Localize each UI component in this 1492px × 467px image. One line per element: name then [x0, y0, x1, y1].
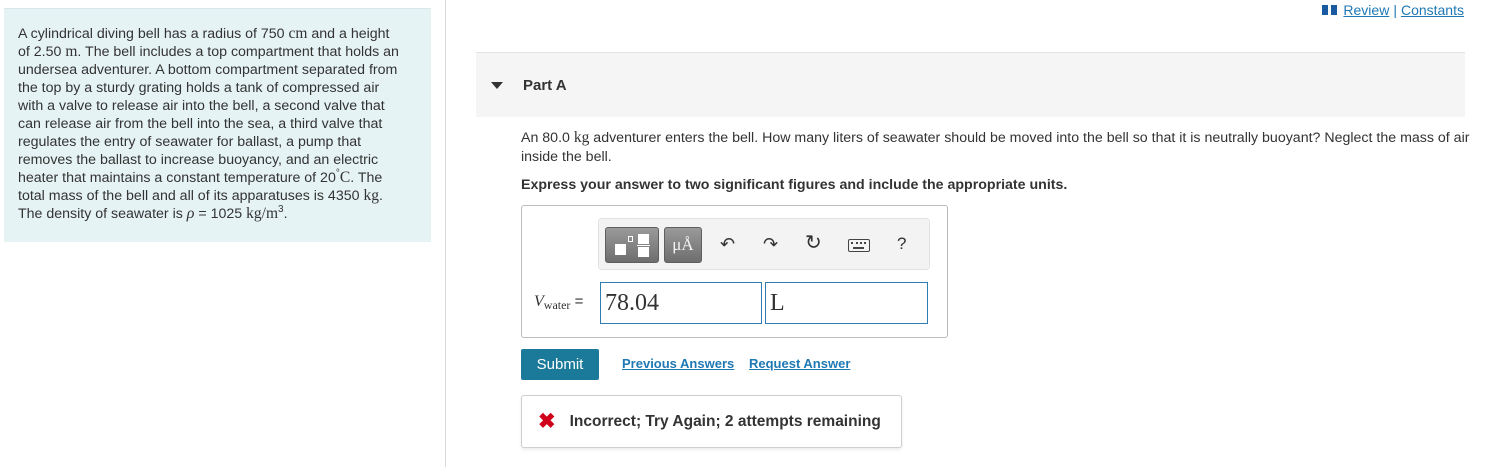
request-answer-link[interactable]: Request Answer [749, 356, 850, 371]
part-a-header[interactable]: Part A [476, 53, 1465, 117]
collapse-caret-icon[interactable] [491, 82, 503, 89]
problem-line: total mass of the bell and all of its ap… [18, 187, 383, 204]
redo-icon[interactable]: ↷ [763, 233, 778, 255]
problem-line: can release air from the bell into the s… [18, 116, 383, 132]
problem-statement-panel: A cylindrical diving bell has a radius o… [4, 8, 431, 242]
question-text: An 80.0 kg adventurer enters the bell. H… [521, 129, 1470, 165]
resource-links: Review | Constants [1322, 2, 1464, 18]
review-link[interactable]: Review [1343, 2, 1389, 18]
problem-line: heater that maintains a constant tempera… [18, 168, 383, 187]
problem-line: A cylindrical diving bell has a radius o… [18, 25, 390, 42]
units-button[interactable]: μÅ [664, 227, 702, 263]
problem-line: with a valve to release air into the bel… [18, 98, 385, 114]
link-separator: | [1393, 2, 1397, 18]
answer-value-input[interactable]: 78.04 [600, 282, 762, 324]
part-title: Part A [523, 76, 567, 94]
error-x-icon: ✖ [538, 410, 556, 433]
previous-answers-link[interactable]: Previous Answers [622, 356, 734, 371]
help-icon[interactable]: ? [897, 233, 906, 255]
problem-line: removes the ballast to increase buoyancy… [18, 152, 379, 168]
problem-line: of 2.50 m. The bell includes a top compa… [18, 43, 399, 60]
problem-line: regulates the entry of seawater for ball… [18, 134, 362, 150]
submit-button[interactable]: Submit [521, 349, 599, 380]
templates-icon[interactable] [605, 227, 659, 263]
reset-icon[interactable]: ↻ [805, 232, 822, 254]
feedback-text: Incorrect; Try Again; 2 attempts remaini… [569, 412, 881, 430]
keyboard-icon[interactable] [848, 239, 870, 252]
column-divider [445, 0, 446, 467]
variable-label: Vwater = [534, 293, 584, 312]
constants-link[interactable]: Constants [1401, 2, 1464, 18]
answer-units-input[interactable]: L [765, 282, 928, 324]
answer-box: μÅ ↶ ↷ ↻ ? Vwater = 78.04 L [521, 205, 948, 338]
book-icon [1322, 5, 1338, 15]
problem-line: undersea adventurer. A bottom compartmen… [18, 62, 398, 78]
problem-line: the top by a sturdy grating holds a tank… [18, 80, 380, 96]
feedback-message: ✖ Incorrect; Try Again; 2 attempts remai… [521, 395, 902, 448]
problem-line: The density of seawater is ρ = 1025 kg/m… [18, 204, 288, 223]
math-toolbar: μÅ ↶ ↷ ↻ ? [598, 218, 930, 270]
answer-instruction: Express your answer to two significant f… [521, 177, 1068, 193]
undo-icon[interactable]: ↶ [720, 233, 735, 255]
